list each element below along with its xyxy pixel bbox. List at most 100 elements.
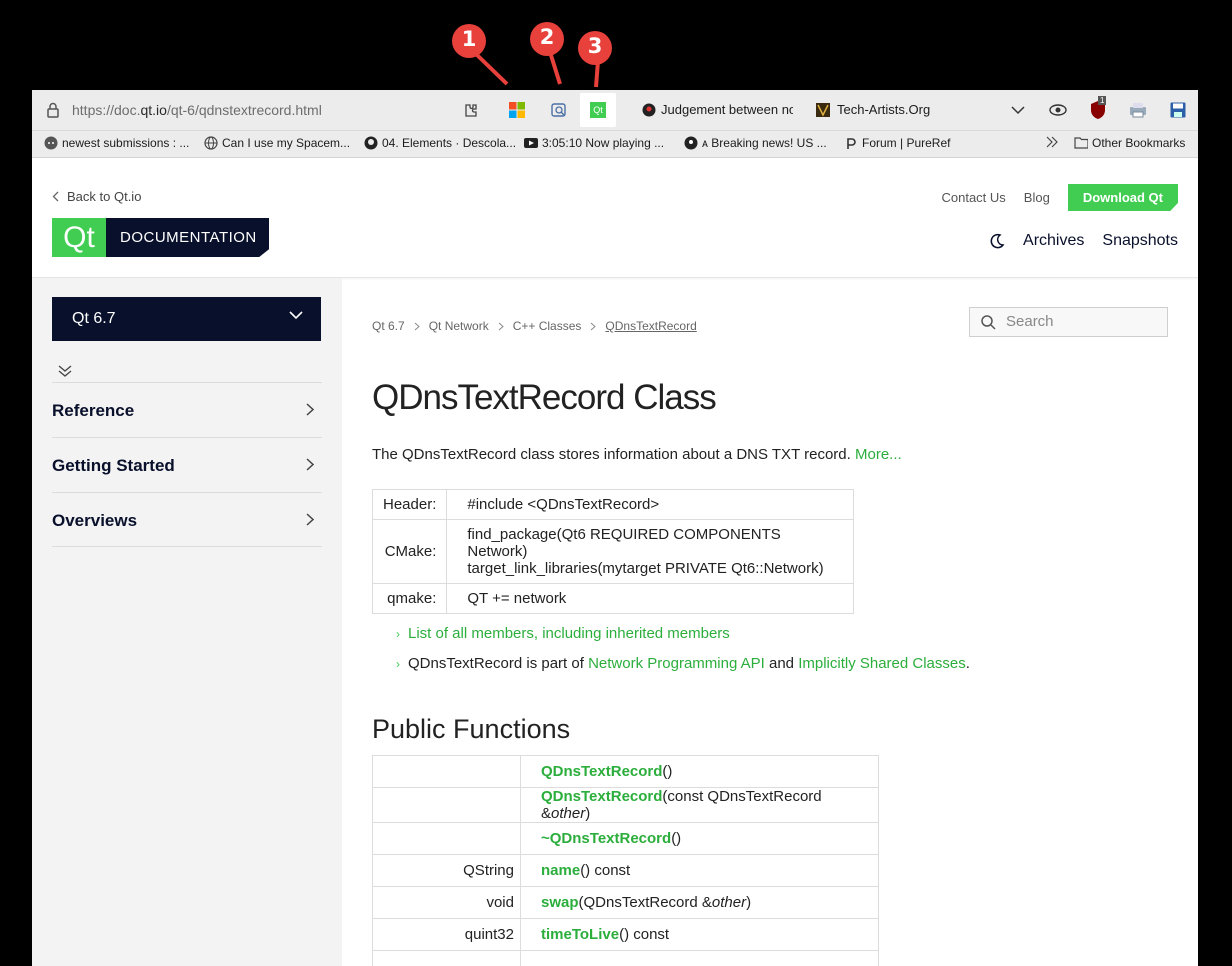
bookmark-reddit[interactable]: newest submissions : ...: [44, 136, 189, 150]
callout-number: 1: [461, 27, 477, 51]
microsoft-tab-icon[interactable]: [506, 99, 528, 121]
eye-icon[interactable]: [1047, 99, 1069, 121]
bookmark-spacemouse[interactable]: Can I use my Spacem...: [204, 136, 350, 150]
function-args: () const: [619, 926, 670, 943]
other-bookmarks[interactable]: Other Bookmarks: [1074, 136, 1185, 150]
more-link[interactable]: More...: [855, 446, 902, 463]
collapse-all-icon[interactable]: [58, 364, 72, 382]
pureref-icon: [847, 138, 856, 149]
cmake-value: find_package(Qt6 REQUIRED COMPONENTS Net…: [446, 519, 855, 584]
qt-documentation-logo[interactable]: Qt DOCUMENTATION: [52, 218, 269, 257]
breadcrumb: Qt 6.7 Qt Network C++ Classes QDnsTextRe…: [372, 319, 697, 333]
blog-link[interactable]: Blog: [1024, 190, 1050, 205]
qmake-value: QT += network: [446, 583, 855, 614]
function-link[interactable]: swap: [541, 894, 579, 911]
bookmark-label: ᴀ Breaking news! US ...: [702, 136, 827, 150]
list-item: › List of all members, including inherit…: [396, 625, 730, 642]
table-row: ~QDnsTextRecord(): [372, 822, 879, 855]
printer-icon[interactable]: [1127, 99, 1149, 121]
sidebar-item-reference[interactable]: Reference: [52, 382, 322, 437]
url-field[interactable]: https://doc.qt.io/qt-6/qdnstextrecord.ht…: [72, 102, 322, 118]
sidebar-item-overviews[interactable]: Overviews: [52, 492, 322, 547]
lock-icon: [46, 102, 60, 123]
table-row: [372, 950, 879, 966]
callout-3: 3: [578, 31, 612, 88]
bookmark-pureref[interactable]: Forum | PureRef: [844, 136, 950, 150]
folder-icon: [1074, 137, 1088, 149]
bookmark-news[interactable]: ᴀ Breaking news! US ...: [684, 136, 827, 150]
browser-window: https://doc.qt.io/qt-6/qdnstextrecord.ht…: [32, 90, 1198, 966]
pinned-tab-icon[interactable]: [548, 99, 570, 121]
breadcrumb-item[interactable]: Qt 6.7: [372, 319, 405, 333]
table-row: quint32 timeToLive() const: [372, 918, 879, 951]
main-nav: Archives Snapshots: [989, 232, 1178, 250]
callout-1: 1: [452, 24, 509, 86]
cmake-line: find_package(Qt6 REQUIRED COMPONENTS Net…: [467, 526, 781, 560]
table-row: QString name() const: [372, 854, 879, 887]
sidebar-item-label: Overviews: [52, 511, 138, 530]
function-signature: name() const: [520, 854, 879, 887]
dark-mode-moon-icon[interactable]: [989, 233, 1005, 249]
breadcrumb-item[interactable]: Qt Network: [429, 319, 489, 333]
bookmark-label: 04. Elements · Descola...: [382, 136, 517, 150]
function-signature: ~QDnsTextRecord(): [520, 822, 879, 855]
function-link[interactable]: ~QDnsTextRecord: [541, 830, 671, 847]
function-link[interactable]: QDnsTextRecord: [541, 763, 662, 780]
network-programming-link[interactable]: Network Programming API: [588, 655, 765, 672]
function-signature: QDnsTextRecord(const QDnsTextRecord &oth…: [520, 787, 879, 823]
save-icon[interactable]: [1167, 99, 1189, 121]
function-link[interactable]: name: [541, 862, 580, 879]
archives-link[interactable]: Archives: [1023, 232, 1084, 250]
bookmarks-overflow-icon[interactable]: [1045, 136, 1059, 148]
snapshots-link[interactable]: Snapshots: [1102, 232, 1178, 250]
tab-tech-artists[interactable]: Tech-Artists.Org: [837, 102, 930, 117]
function-args: () const: [580, 862, 631, 879]
table-row: QDnsTextRecord(): [372, 755, 879, 788]
ublock-icon[interactable]: 1: [1087, 96, 1109, 121]
search-input[interactable]: Search: [969, 307, 1168, 337]
tab-favicon-icon: [638, 99, 660, 121]
table-row: QDnsTextRecord(const QDnsTextRecord &oth…: [372, 787, 879, 823]
bookmark-github[interactable]: 04. Elements · Descola...: [364, 136, 516, 150]
function-link[interactable]: QDnsTextRecord: [541, 788, 662, 805]
chevron-down-icon[interactable]: [1007, 99, 1029, 121]
function-args: (): [671, 830, 682, 847]
back-to-qt-link[interactable]: Back to Qt.io: [52, 189, 141, 204]
function-signature: [520, 950, 879, 966]
tab-judgement[interactable]: Judgement between non: [661, 102, 793, 117]
sidebar-item-getting-started[interactable]: Getting Started: [52, 437, 322, 492]
tab-favicon-icon: [812, 99, 834, 121]
class-info-table: Header: #include <QDnsTextRecord> CMake:…: [371, 489, 855, 614]
chevron-right-icon: [414, 322, 420, 330]
qt-tab[interactable]: Qt: [580, 93, 616, 127]
chevron-right-icon: [498, 322, 504, 330]
return-type: void: [372, 886, 521, 919]
qmake-key: qmake:: [371, 583, 448, 614]
and-text: and: [768, 655, 795, 672]
version-selector[interactable]: Qt 6.7: [52, 297, 321, 341]
all-members-link[interactable]: List of all members, including inherited…: [408, 625, 730, 642]
cmake-key: CMake:: [371, 519, 448, 584]
qt-tab-icon: Qt: [590, 102, 606, 118]
return-type: [372, 822, 521, 855]
chevron-down-icon: [289, 311, 303, 320]
contact-us-link[interactable]: Contact Us: [941, 190, 1005, 205]
public-functions-table: QDnsTextRecord() QDnsTextRecord(const QDn…: [372, 755, 879, 966]
class-brief: The QDnsTextRecord class stores informat…: [372, 446, 902, 463]
version-label: Qt 6.7: [72, 310, 116, 327]
bookmark-label: 3:05:10 Now playing ...: [542, 136, 665, 150]
function-signature: swap(QDnsTextRecord &other): [520, 886, 879, 919]
return-type: QString: [372, 854, 521, 887]
url-prefix: https://doc.: [72, 102, 141, 118]
download-qt-button[interactable]: Download Qt: [1067, 184, 1178, 211]
breadcrumb-item[interactable]: C++ Classes: [513, 319, 582, 333]
bookmark-youtube[interactable]: 3:05:10 Now playing ...: [524, 136, 664, 150]
globe-icon: [204, 136, 218, 150]
implicitly-shared-link[interactable]: Implicitly Shared Classes: [798, 655, 966, 672]
return-type: [372, 755, 521, 788]
extensions-icon[interactable]: [460, 99, 482, 121]
cmake-line: target_link_libraries(mytarget PRIVATE Q…: [467, 560, 824, 577]
period-text: .: [965, 655, 970, 672]
function-link[interactable]: timeToLive: [541, 926, 619, 943]
breadcrumb-current[interactable]: QDnsTextRecord: [605, 319, 696, 333]
